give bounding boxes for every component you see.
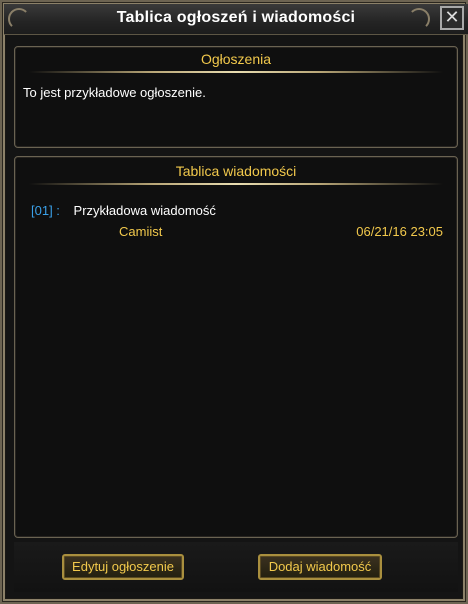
message-board-window: Tablica ogłoszeń i wiadomości ✕ Ogłoszen… — [0, 0, 468, 604]
announcement-text: To jest przykładowe ogłoszenie. — [23, 85, 206, 100]
close-icon: ✕ — [444, 7, 460, 27]
header-divider — [29, 183, 443, 185]
message-row: [01] : Przykładowa wiadomość — [31, 203, 216, 218]
announcements-header: Ogłoszenia — [200, 51, 272, 67]
message-author: Camiist — [119, 224, 163, 239]
messages-header: Tablica wiadomości — [175, 163, 297, 179]
message-text: Przykładowa wiadomość — [73, 203, 216, 218]
message-index: [01] : — [31, 203, 60, 218]
window-title: Tablica ogłoszeń i wiadomości — [116, 9, 356, 26]
header-divider — [29, 71, 443, 73]
announcements-panel: Ogłoszenia To jest przykładowe ogłoszeni… — [14, 46, 458, 148]
corner-ornament-icon — [408, 8, 430, 30]
add-message-button[interactable]: Dodaj wiadomość — [258, 554, 382, 580]
messages-panel: Tablica wiadomości [01] : Przykładowa wi… — [14, 156, 458, 538]
message-date: 06/21/16 23:05 — [356, 224, 443, 239]
edit-announcement-button[interactable]: Edytuj ogłoszenie — [62, 554, 184, 580]
close-button[interactable]: ✕ — [440, 6, 464, 30]
title-bar[interactable]: Tablica ogłoszeń i wiadomości ✕ — [4, 4, 468, 35]
